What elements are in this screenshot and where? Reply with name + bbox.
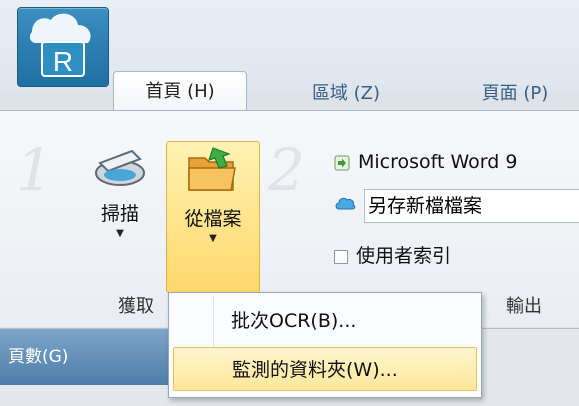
output-format-label: Microsoft Word 9 [358,151,518,173]
from-file-label: 從檔案 [184,208,242,230]
tab-page[interactable]: 頁面 (P) [460,78,570,110]
menu-item-watched-folder[interactable]: 監測的資料夾(W)... [173,347,477,391]
user-index-option[interactable]: 使用者索引 [334,241,451,268]
save-as-field[interactable]: 另存新檔檔案 [364,189,579,223]
scan-dropdown-icon[interactable]: ▼ [86,228,154,239]
from-file-button[interactable]: 從檔案 ▼ [166,141,260,293]
menu-item-batch-ocr[interactable]: 批次OCR(B)... [173,299,477,343]
ribbon-tabs: 首頁 (H) 區域 (Z) 頁面 (P) [0,68,579,112]
tab-zones[interactable]: 區域 (Z) [300,78,392,110]
folder-open-icon [188,147,236,191]
scan-button[interactable]: 掃描 ▼ [86,145,154,279]
group-label-output: 輸出 [506,296,542,317]
tab-home[interactable]: 首頁 (H) [113,71,247,112]
user-index-checkbox[interactable] [334,249,348,264]
scanner-icon [95,149,145,186]
green-arrow-icon [334,155,350,170]
scan-label: 掃描 [100,203,139,225]
cloud-icon [334,194,356,216]
step-number-2: 2 [268,136,305,204]
from-file-dropdown-icon[interactable]: ▼ [167,233,259,244]
group-label-acquire: 獲取 [118,296,154,317]
user-index-label: 使用者索引 [356,245,452,267]
from-file-dropdown-menu: 批次OCR(B)... 監測的資料夾(W)... [168,292,482,398]
output-format-option[interactable]: Microsoft Word 9 [334,151,517,173]
step-number-1: 1 [16,136,53,204]
